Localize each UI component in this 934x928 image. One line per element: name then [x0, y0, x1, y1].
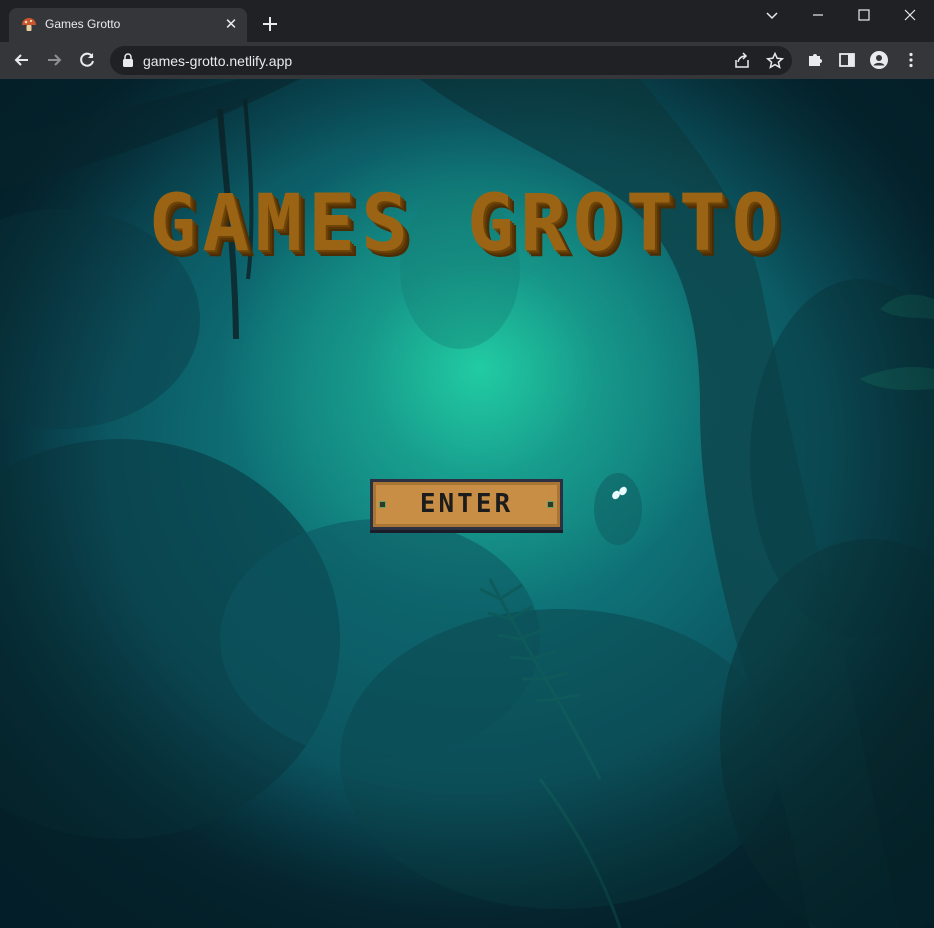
puzzle-icon[interactable] [805, 50, 825, 70]
arrow-left-icon[interactable] [12, 50, 32, 70]
enter-button-label: ENTER [419, 489, 514, 519]
side-panel-icon[interactable] [837, 50, 857, 70]
close-icon[interactable] [899, 4, 921, 26]
rivet-right-icon [547, 501, 554, 508]
url-text: games-grotto.netlify.app [143, 53, 293, 69]
arrow-right-icon[interactable] [44, 50, 64, 70]
maximize-icon[interactable] [853, 4, 875, 26]
page-viewport: GAMES GROTTO ENTER [0, 79, 934, 928]
tab-close-icon[interactable]: ✕ [223, 17, 239, 33]
lock-icon[interactable] [122, 53, 134, 67]
chevron-down-icon[interactable] [761, 4, 783, 26]
enter-button[interactable]: ENTER [370, 479, 563, 530]
tab-games-grotto[interactable]: Games Grotto ✕ [9, 8, 247, 42]
plus-icon[interactable] [260, 14, 280, 34]
mushroom-icon [22, 18, 36, 31]
address-bar[interactable]: games-grotto.netlify.app [110, 46, 792, 75]
minimize-icon[interactable] [807, 4, 829, 26]
reload-icon[interactable] [77, 50, 97, 70]
browser-window: Games Grotto ✕ games-grotto.netlify.app … [0, 0, 934, 928]
browser-toolbar: games-grotto.netlify.app [0, 42, 934, 79]
forest-spirit-icon [594, 473, 642, 545]
tab-title: Games Grotto [45, 17, 121, 31]
tab-strip: Games Grotto ✕ [0, 0, 934, 42]
profile-icon[interactable] [869, 50, 889, 70]
page-title: GAMES GROTTO [149, 179, 785, 269]
star-icon[interactable] [765, 51, 785, 71]
share-icon[interactable] [732, 51, 752, 71]
kebab-menu-icon[interactable] [901, 50, 921, 70]
